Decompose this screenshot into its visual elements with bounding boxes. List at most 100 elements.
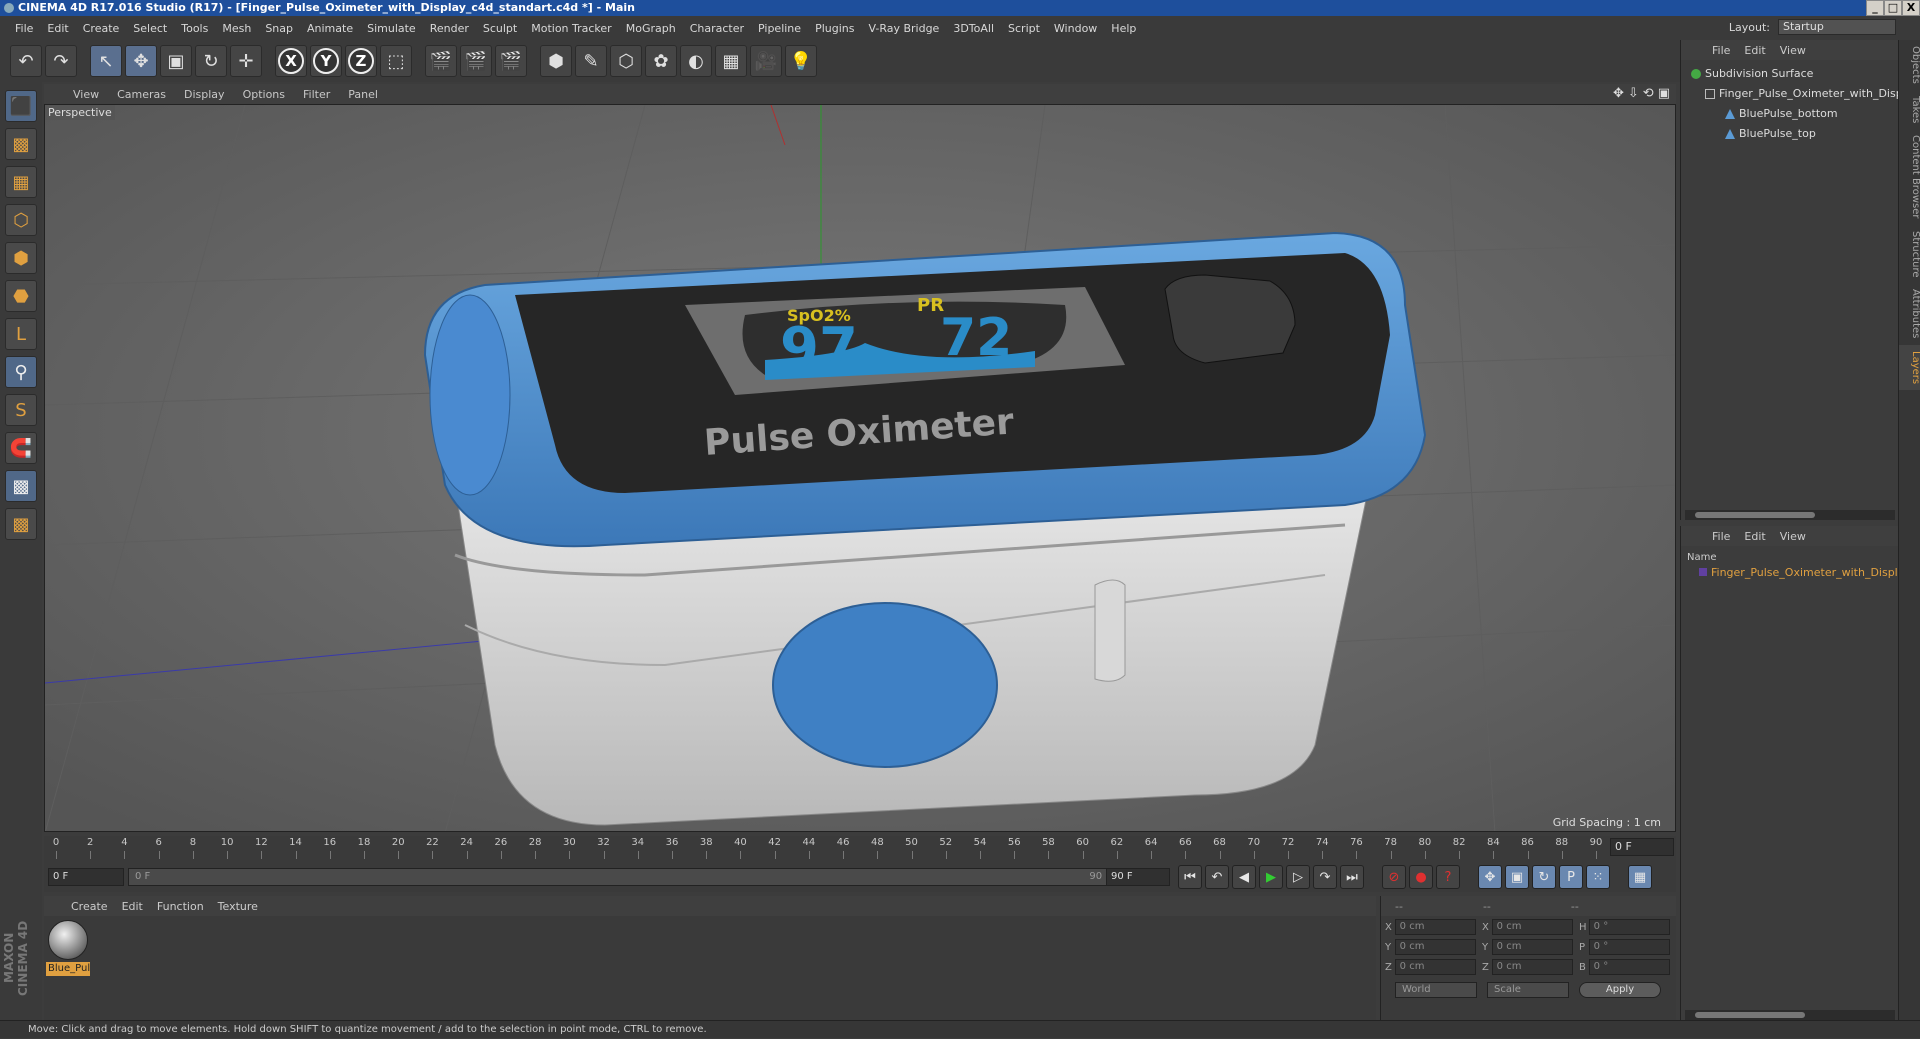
coord-rotation-field[interactable]: 0 ° xyxy=(1588,959,1670,975)
key-pla-button[interactable]: ⁙ xyxy=(1586,865,1610,889)
rotate-view-icon[interactable]: ⟲ xyxy=(1643,86,1654,101)
menu-item-pipeline[interactable]: Pipeline xyxy=(751,22,808,35)
coord-position-field[interactable]: 0 cm xyxy=(1394,919,1476,935)
menu-item-script[interactable]: Script xyxy=(1001,22,1047,35)
menu-item-3dtoall[interactable]: 3DToAll xyxy=(946,22,1001,35)
scroll-thumb[interactable] xyxy=(1695,512,1815,518)
maximize-view-icon[interactable]: ▣ xyxy=(1658,86,1670,101)
coord-position-field[interactable]: 0 cm xyxy=(1394,959,1476,975)
menu-item-create[interactable]: Create xyxy=(76,22,127,35)
model-mode-icon[interactable]: ⬛ xyxy=(5,90,37,122)
material-menu-texture[interactable]: Texture xyxy=(211,900,265,913)
menu-item-snap[interactable]: Snap xyxy=(258,22,300,35)
scale-tool-button[interactable]: ▣ xyxy=(160,45,192,77)
scroll-thumb[interactable] xyxy=(1695,1012,1805,1018)
end-frame-field[interactable]: 90 F xyxy=(1106,868,1170,886)
floor-button[interactable]: ▦ xyxy=(715,45,747,77)
menu-item-mesh[interactable]: Mesh xyxy=(215,22,258,35)
edges-mode-icon[interactable]: ⬢ xyxy=(5,242,37,274)
workplane-lock-icon[interactable]: ▩ xyxy=(5,470,37,502)
move-tool-button[interactable]: ✥ xyxy=(125,45,157,77)
redo-button[interactable]: ↷ xyxy=(45,45,77,77)
close-button[interactable]: X xyxy=(1902,0,1920,16)
tree-item-bottom[interactable]: BluePulse_bottom xyxy=(1681,104,1898,124)
world-dropdown[interactable]: World xyxy=(1395,982,1477,998)
timeline-window-button[interactable]: ▦ xyxy=(1628,865,1652,889)
key-parameter-button[interactable]: P xyxy=(1559,865,1583,889)
go-to-start-button[interactable]: ⏮ xyxy=(1178,865,1202,889)
next-key-button[interactable]: ↷ xyxy=(1313,865,1337,889)
layout-selector[interactable]: Layout: Startup xyxy=(1729,19,1896,35)
next-frame-button[interactable]: ▷ xyxy=(1286,865,1310,889)
object-scrollbar[interactable] xyxy=(1685,510,1895,520)
viewport-menu-display[interactable]: Display xyxy=(175,88,234,101)
dolly-icon[interactable]: ⇩ xyxy=(1628,86,1639,101)
side-tab-content-browser[interactable]: Content Browser xyxy=(1899,129,1920,224)
side-tab-layers[interactable]: Layers xyxy=(1899,344,1920,390)
menu-item-animate[interactable]: Animate xyxy=(300,22,360,35)
side-tab-takes[interactable]: Takes xyxy=(1899,90,1920,129)
viewport-menu-options[interactable]: Options xyxy=(234,88,294,101)
render-view-button[interactable]: 🎬 xyxy=(425,45,457,77)
tree-item-oximeter[interactable]: Finger_Pulse_Oximeter_with_Displa xyxy=(1681,84,1898,104)
prev-key-button[interactable]: ↶ xyxy=(1205,865,1229,889)
menu-item-select[interactable]: Select xyxy=(126,22,174,35)
key-rotation-button[interactable]: ↻ xyxy=(1532,865,1556,889)
coordinate-system-button[interactable]: ⬚ xyxy=(380,45,412,77)
menu-item-sculpt[interactable]: Sculpt xyxy=(476,22,524,35)
objects-menu-edit[interactable]: Edit xyxy=(1739,44,1770,57)
minimize-button[interactable]: _ xyxy=(1866,0,1884,16)
key-position-button[interactable]: ✥ xyxy=(1478,865,1502,889)
x-axis-button[interactable]: X xyxy=(275,45,307,77)
scale-dropdown[interactable]: Scale xyxy=(1487,982,1569,998)
go-to-end-button[interactable]: ⏭ xyxy=(1340,865,1364,889)
menu-item-mograph[interactable]: MoGraph xyxy=(619,22,683,35)
viewport-menu-view[interactable]: View xyxy=(64,88,108,101)
objects-menu-file[interactable]: File xyxy=(1707,44,1735,57)
workplane-icon[interactable]: ▦ xyxy=(5,166,37,198)
polygons-mode-icon[interactable]: ⬣ xyxy=(5,280,37,312)
menu-item-edit[interactable]: Edit xyxy=(40,22,75,35)
y-axis-button[interactable]: Y xyxy=(310,45,342,77)
layout-dropdown[interactable]: Startup xyxy=(1778,19,1896,35)
start-frame-field[interactable]: 0 F xyxy=(48,868,124,886)
preview-range-slider[interactable]: 0 F 90 F xyxy=(128,868,1130,886)
menu-item-file[interactable]: File xyxy=(8,22,40,35)
material-menu-edit[interactable]: Edit xyxy=(115,900,150,913)
menu-item-v-ray-bridge[interactable]: V-Ray Bridge xyxy=(861,22,946,35)
render-picture-viewer-button[interactable]: 🎬 xyxy=(460,45,492,77)
coord-rotation-field[interactable]: 0 ° xyxy=(1588,919,1670,935)
side-tab-attributes[interactable]: Attributes xyxy=(1899,283,1920,344)
menu-item-plugins[interactable]: Plugins xyxy=(808,22,861,35)
menu-item-help[interactable]: Help xyxy=(1104,22,1143,35)
cube-primitive-button[interactable]: ⬢ xyxy=(540,45,572,77)
record-button[interactable]: ● xyxy=(1409,865,1433,889)
subdivision-surface-button[interactable]: ⬡ xyxy=(610,45,642,77)
side-tab-objects[interactable]: Objects xyxy=(1899,40,1920,90)
rotate-tool-button[interactable]: ↻ xyxy=(195,45,227,77)
axis-mode-icon[interactable]: L xyxy=(5,318,37,350)
objects-menu-view[interactable]: View xyxy=(1775,44,1811,57)
current-frame-field[interactable]: 0 F xyxy=(1610,838,1674,856)
coord-position-field[interactable]: 0 cm xyxy=(1394,939,1476,955)
tree-item-top[interactable]: BluePulse_top xyxy=(1681,124,1898,144)
material-menu-function[interactable]: Function xyxy=(150,900,211,913)
coord-rotation-field[interactable]: 0 ° xyxy=(1588,939,1670,955)
key-scale-button[interactable]: ▣ xyxy=(1505,865,1529,889)
tree-item-subdivision[interactable]: Subdivision Surface xyxy=(1681,64,1898,84)
layer-item[interactable]: Finger_Pulse_Oximeter_with_Display xyxy=(1681,566,1898,579)
timeline-ruler[interactable]: 0 2 4 6 8 10 12 14 16 18 20 22 24 26 28 30 32 34 36 38 40 42 4… xyxy=(44,836,1676,862)
snap-magnet-icon[interactable]: 🧲 xyxy=(5,432,37,464)
menu-item-tools[interactable]: Tools xyxy=(174,22,215,35)
solo-icon[interactable]: S xyxy=(5,394,37,426)
coord-size-field[interactable]: 0 cm xyxy=(1491,959,1573,975)
play-button[interactable]: ▶ xyxy=(1259,865,1283,889)
menu-item-simulate[interactable]: Simulate xyxy=(360,22,423,35)
move-view-icon[interactable]: ✥ xyxy=(1613,86,1624,101)
menu-item-motion-tracker[interactable]: Motion Tracker xyxy=(524,22,618,35)
render-settings-button[interactable]: 🎬 xyxy=(495,45,527,77)
texture-mode-icon[interactable]: ▩ xyxy=(5,128,37,160)
points-mode-icon[interactable]: ⬡ xyxy=(5,204,37,236)
material-menu-create[interactable]: Create xyxy=(64,900,115,913)
layers-menu-edit[interactable]: Edit xyxy=(1739,530,1770,543)
